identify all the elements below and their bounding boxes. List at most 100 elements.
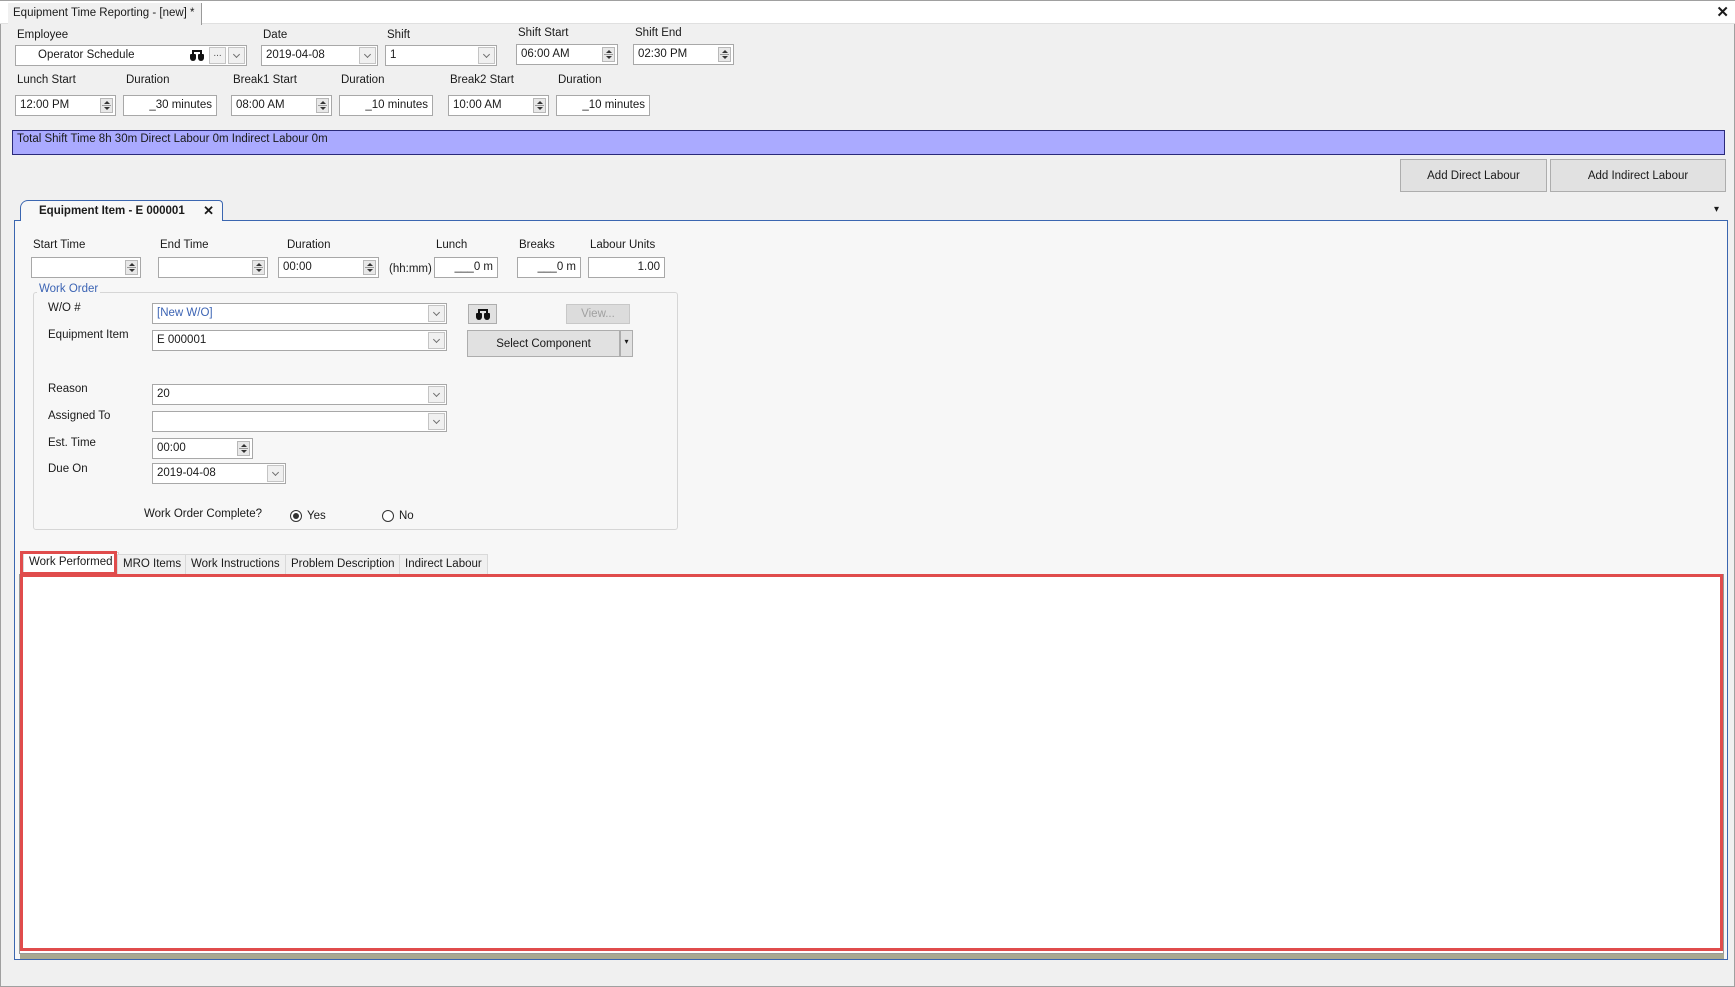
shift-start-field[interactable]: 06:00 AM xyxy=(516,44,618,65)
reason-dropdown-button[interactable] xyxy=(428,386,445,403)
lunch-duration-field[interactable]: _30 minutes xyxy=(123,95,217,116)
shift-end-field[interactable]: 02:30 PM xyxy=(633,44,734,65)
due-on-value: 2019-04-08 xyxy=(157,467,216,479)
binoculars-icon[interactable] xyxy=(190,50,204,64)
work-order-complete-label: Work Order Complete? xyxy=(144,508,263,520)
select-component-dropdown-icon[interactable]: ▾ xyxy=(620,330,633,357)
spinner-icon[interactable] xyxy=(718,47,731,62)
duration-field[interactable]: 00:00 xyxy=(278,257,379,278)
breaks-field[interactable]: ___0 m xyxy=(517,257,581,278)
equipment-item-label: Equipment Item xyxy=(48,329,129,341)
equipment-item-dropdown-button[interactable] xyxy=(428,332,445,349)
due-on-date-picker[interactable]: 2019-04-08 xyxy=(152,463,286,484)
spinner-icon[interactable] xyxy=(252,260,265,275)
lunch-duration-label: Duration xyxy=(126,74,170,86)
document-tab[interactable]: Equipment Time Reporting - [new] * xyxy=(8,3,202,25)
due-on-dropdown-button[interactable] xyxy=(267,465,284,482)
tab-work-instructions[interactable]: Work Instructions xyxy=(185,554,286,574)
employee-value: Operator Schedule xyxy=(38,49,135,61)
employee-dropdown-button[interactable] xyxy=(228,47,245,64)
spinner-icon[interactable] xyxy=(125,260,138,275)
tab-problem-description[interactable]: Problem Description xyxy=(285,554,401,574)
reason-label: Reason xyxy=(48,383,88,395)
break2-start-value: 10:00 AM xyxy=(453,99,502,111)
wo-number-label: W/O # xyxy=(48,302,81,314)
search-work-order-button[interactable] xyxy=(468,304,497,324)
due-on-label: Due On xyxy=(48,463,88,475)
break2-start-label: Break2 Start xyxy=(450,74,514,86)
complete-yes-radio[interactable] xyxy=(290,510,302,522)
shift-end-value: 02:30 PM xyxy=(638,48,688,60)
employee-field[interactable]: Operator Schedule ... xyxy=(15,45,247,66)
reason-value: 20 xyxy=(157,388,170,400)
breaks-label: Breaks xyxy=(519,239,555,251)
tab-equipment-item[interactable]: Equipment Item - E 000001 ✕ xyxy=(20,200,223,221)
work-performed-textarea[interactable] xyxy=(19,574,1724,954)
break2-duration-label: Duration xyxy=(558,74,602,86)
ellipsis-button[interactable]: ... xyxy=(209,47,226,64)
tab-work-performed[interactable]: Work Performed xyxy=(23,552,119,574)
duration-label: Duration xyxy=(287,239,331,251)
labour-units-label: Labour Units xyxy=(590,239,656,251)
break2-duration-field[interactable]: _10 minutes xyxy=(556,95,650,116)
date-dropdown-button[interactable] xyxy=(359,47,376,64)
shift-value: 1 xyxy=(390,49,397,61)
shift-select[interactable]: 1 xyxy=(385,45,497,66)
complete-yes-label: Yes xyxy=(307,510,326,522)
assigned-to-dropdown-button[interactable] xyxy=(428,413,445,430)
spinner-icon[interactable] xyxy=(602,47,615,62)
lunch-start-label: Lunch Start xyxy=(17,74,76,86)
employee-label: Employee xyxy=(17,29,69,41)
wo-number-value: [New W/O] xyxy=(157,307,213,319)
spinner-icon[interactable] xyxy=(237,441,250,456)
shift-start-label: Shift Start xyxy=(518,27,569,39)
date-picker[interactable]: 2019-04-08 xyxy=(261,45,378,66)
view-button[interactable]: View... xyxy=(566,304,630,324)
lunch-start-field[interactable]: 12:00 PM xyxy=(15,95,116,116)
break1-duration-field[interactable]: _10 minutes xyxy=(339,95,433,116)
spinner-icon[interactable] xyxy=(363,260,376,275)
add-indirect-labour-button[interactable]: Add Indirect Labour xyxy=(1550,159,1726,192)
tab-mro-items[interactable]: MRO Items xyxy=(117,554,188,574)
duration-unit-label: (hh:mm) xyxy=(389,263,432,275)
lunch-start-value: 12:00 PM xyxy=(20,99,70,111)
spinner-icon[interactable] xyxy=(316,98,329,113)
spinner-icon[interactable] xyxy=(533,98,546,113)
break2-start-field[interactable]: 10:00 AM xyxy=(448,95,549,116)
break1-start-value: 08:00 AM xyxy=(236,99,285,111)
shift-summary-bar: Total Shift Time 8h 30m Direct Labour 0m… xyxy=(12,130,1725,155)
equipment-item-select[interactable]: E 000001 xyxy=(152,330,447,351)
break1-duration-label: Duration xyxy=(341,74,385,86)
wo-number-select[interactable]: [New W/O] xyxy=(152,303,447,324)
start-time-label: Start Time xyxy=(33,239,86,251)
spinner-icon[interactable] xyxy=(100,98,113,113)
shift-dropdown-button[interactable] xyxy=(478,47,495,64)
labour-units-field[interactable]: 1.00 xyxy=(588,257,665,278)
shift-end-label: Shift End xyxy=(635,27,682,39)
equipment-item-value: E 000001 xyxy=(157,334,207,346)
date-value: 2019-04-08 xyxy=(266,49,325,61)
assigned-to-label: Assigned To xyxy=(48,410,111,422)
lunch-field[interactable]: ___0 m xyxy=(434,257,498,278)
close-icon[interactable]: ✕ xyxy=(1716,3,1729,21)
work-order-group-title: Work Order xyxy=(37,283,101,295)
assigned-to-select[interactable] xyxy=(152,411,447,432)
tab-equipment-item-label: Equipment Item - E 000001 xyxy=(39,205,185,217)
end-time-label: End Time xyxy=(160,239,209,251)
close-tab-icon[interactable]: ✕ xyxy=(203,203,214,219)
reason-select[interactable]: 20 xyxy=(152,384,447,405)
end-time-field[interactable] xyxy=(158,257,268,278)
tab-overflow-icon[interactable]: ▾ xyxy=(1714,204,1719,215)
document-tab-strip: Equipment Time Reporting - [new] * ✕ xyxy=(0,0,1735,25)
est-time-field[interactable]: 00:00 xyxy=(152,438,253,459)
wo-number-dropdown-button[interactable] xyxy=(428,305,445,322)
add-direct-labour-button[interactable]: Add Direct Labour xyxy=(1400,159,1547,192)
duration-value: 00:00 xyxy=(283,261,312,273)
complete-no-radio[interactable] xyxy=(382,510,394,522)
shift-label: Shift xyxy=(387,29,411,41)
start-time-field[interactable] xyxy=(31,257,141,278)
shift-start-value: 06:00 AM xyxy=(521,48,570,60)
break1-start-field[interactable]: 08:00 AM xyxy=(231,95,332,116)
tab-indirect-labour[interactable]: Indirect Labour xyxy=(399,554,488,574)
select-component-button[interactable]: Select Component xyxy=(467,330,620,357)
